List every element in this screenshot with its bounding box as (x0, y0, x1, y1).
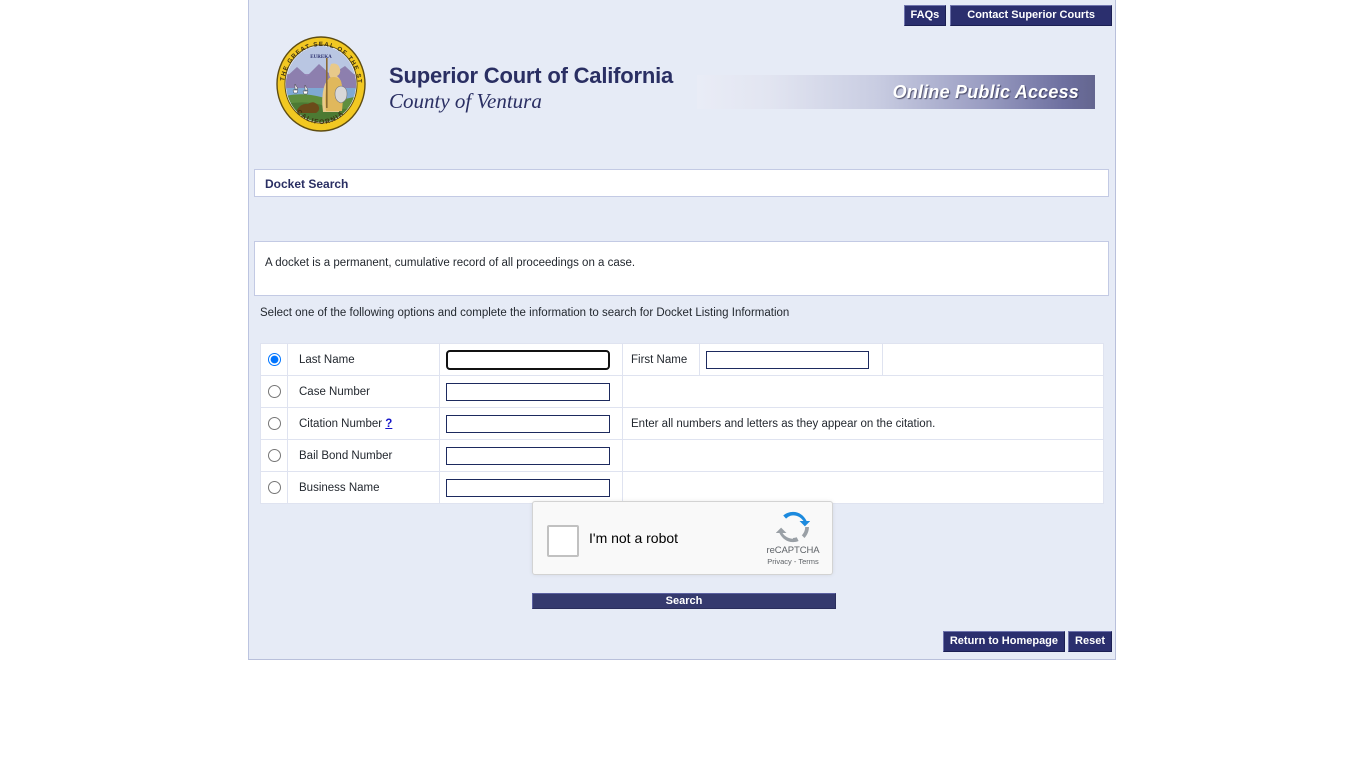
note-cell-case-number (622, 375, 1104, 408)
input-cell-bail-bond-number (439, 439, 623, 472)
note-cell-citation-number: Enter all numbers and letters as they ap… (622, 407, 1104, 440)
svg-text:EUREKA: EUREKA (310, 55, 332, 60)
label-cell-bail-bond-number: Bail Bond Number (287, 439, 440, 472)
label-case-number: Case Number (299, 385, 370, 398)
contact-superior-courts-button[interactable]: Contact Superior Courts (950, 5, 1112, 26)
first-name-input[interactable] (706, 350, 869, 369)
recaptcha-label: I'm not a robot (589, 530, 679, 546)
top-navigation: FAQs Contact Superior Courts (903, 5, 1112, 26)
recaptcha-widget[interactable]: I'm not a robot reCAPTCHA Privacy - Term… (532, 501, 833, 575)
recaptcha-brand: reCAPTCHA (766, 545, 820, 556)
label-last-name: Last Name (299, 353, 355, 366)
table-row: Citation Number ? Enter all numbers and … (260, 407, 1104, 440)
radio-citation-number[interactable] (267, 417, 281, 430)
note-cell-last-name (882, 343, 1104, 376)
online-public-access-banner: Online Public Access (697, 75, 1095, 109)
table-row: Last Name First Name (260, 343, 1104, 376)
input-cell-business-name (439, 471, 623, 504)
description-panel: A docket is a permanent, cumulative reco… (254, 241, 1109, 296)
radio-business-name[interactable] (267, 481, 281, 494)
label-business-name: Business Name (299, 481, 380, 494)
citation-help-link[interactable]: ? (385, 418, 392, 430)
citation-number-input[interactable] (446, 414, 610, 433)
radio-cell-bail-bond-number (260, 439, 288, 472)
note-cell-business-name (622, 471, 1104, 504)
input-cell-citation-number (439, 407, 623, 440)
table-row: Bail Bond Number (260, 439, 1104, 472)
table-row: Business Name (260, 471, 1104, 504)
reset-button[interactable]: Reset (1068, 631, 1112, 652)
bail-bond-number-input[interactable] (446, 446, 610, 465)
online-public-access-label: Online Public Access (892, 82, 1079, 102)
note-citation-number: Enter all numbers and letters as they ap… (631, 417, 936, 430)
label-citation-number: Citation Number (299, 417, 383, 430)
return-to-homepage-button[interactable]: Return to Homepage (942, 631, 1066, 652)
california-state-seal-icon: EUREKA THE GREAT SEAL OF THE STATE OF CA… (270, 29, 369, 134)
input-cell-case-number (439, 375, 623, 408)
last-name-input[interactable] (446, 349, 610, 370)
label-first-name: First Name (631, 353, 688, 366)
recaptcha-links[interactable]: Privacy - Terms (765, 557, 821, 566)
page-container: FAQs Contact Superior Courts EUREKA THE … (248, 0, 1116, 660)
label-cell-last-name: Last Name (287, 343, 440, 376)
label-cell-business-name: Business Name (287, 471, 440, 504)
input-cell-first-name (699, 343, 883, 376)
radio-bail-bond-number[interactable] (267, 449, 281, 462)
label-cell-first-name: First Name (622, 343, 700, 376)
recaptcha-checkbox[interactable] (547, 525, 579, 557)
input-cell-last-name (439, 343, 623, 376)
page-title: Docket Search (265, 177, 349, 191)
label-bail-bond-number: Bail Bond Number (299, 449, 393, 462)
faqs-button[interactable]: FAQs (903, 5, 947, 26)
search-button[interactable]: Search (532, 593, 836, 609)
label-cell-citation-number: Citation Number ? (287, 407, 440, 440)
radio-last-name[interactable] (267, 353, 281, 366)
search-instruction: Select one of the following options and … (260, 307, 790, 319)
recaptcha-icon (776, 511, 810, 543)
recaptcha-logo: reCAPTCHA Privacy - Terms (765, 510, 821, 566)
business-name-input[interactable] (446, 478, 610, 497)
bottom-actions: Return to Homepage Reset (942, 631, 1112, 652)
note-cell-bail-bond-number (622, 439, 1104, 472)
radio-cell-business-name (260, 471, 288, 504)
page-title-panel: Docket Search (254, 169, 1109, 197)
case-number-input[interactable] (446, 382, 610, 401)
radio-cell-last-name (260, 343, 288, 376)
radio-cell-case-number (260, 375, 288, 408)
radio-cell-citation-number (260, 407, 288, 440)
radio-case-number[interactable] (267, 385, 281, 398)
docket-search-table: Last Name First Name Case Number Citatio… (260, 343, 1104, 504)
table-row: Case Number (260, 375, 1104, 408)
label-cell-case-number: Case Number (287, 375, 440, 408)
docket-description: A docket is a permanent, cumulative reco… (265, 257, 636, 269)
masthead: EUREKA THE GREAT SEAL OF THE STATE OF CA… (249, 28, 1117, 148)
